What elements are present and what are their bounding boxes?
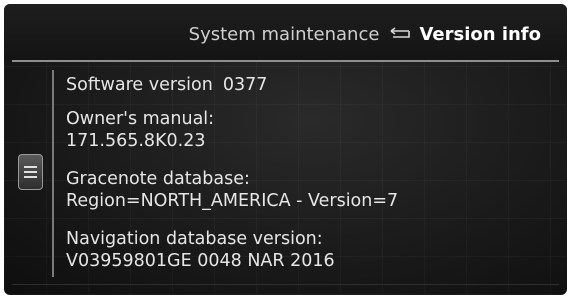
- navigation-database-label: Navigation database version:: [66, 229, 323, 249]
- gracenote-database-value: Region=NORTH_AMERICA - Version=7: [66, 191, 399, 211]
- navigation-database-value: V03959801GE 0048 NAR 2016: [66, 251, 335, 271]
- version-list: Software version 0377 Owner's manual: 171…: [52, 70, 553, 277]
- gracenote-database-label: Gracenote database:: [66, 169, 250, 189]
- software-version-label: Software version: [66, 75, 213, 95]
- owners-manual-label: Owner's manual:: [66, 109, 215, 129]
- software-version-value: 0377: [222, 75, 268, 95]
- software-version-item: Software version 0377: [66, 74, 267, 96]
- bottom-divider: [12, 284, 559, 285]
- gracenote-database-item: Gracenote database: Region=NORTH_AMERICA…: [66, 168, 398, 212]
- breadcrumb: System maintenance Version info: [189, 21, 541, 47]
- page-title: Version info: [419, 23, 541, 45]
- owners-manual-value: 171.565.8K0.23: [66, 131, 206, 151]
- header: System maintenance Version info: [4, 4, 567, 60]
- navigation-database-item: Navigation database version: V03959801GE…: [66, 228, 335, 272]
- version-info-screen: System maintenance Version info Software…: [4, 4, 567, 295]
- header-divider: [12, 60, 559, 62]
- owners-manual-item: Owner's manual: 171.565.8K0.23: [66, 108, 214, 152]
- menu-lines-icon[interactable]: [18, 154, 43, 190]
- back-arrow-icon[interactable]: [389, 27, 411, 41]
- breadcrumb-parent[interactable]: System maintenance: [189, 24, 380, 45]
